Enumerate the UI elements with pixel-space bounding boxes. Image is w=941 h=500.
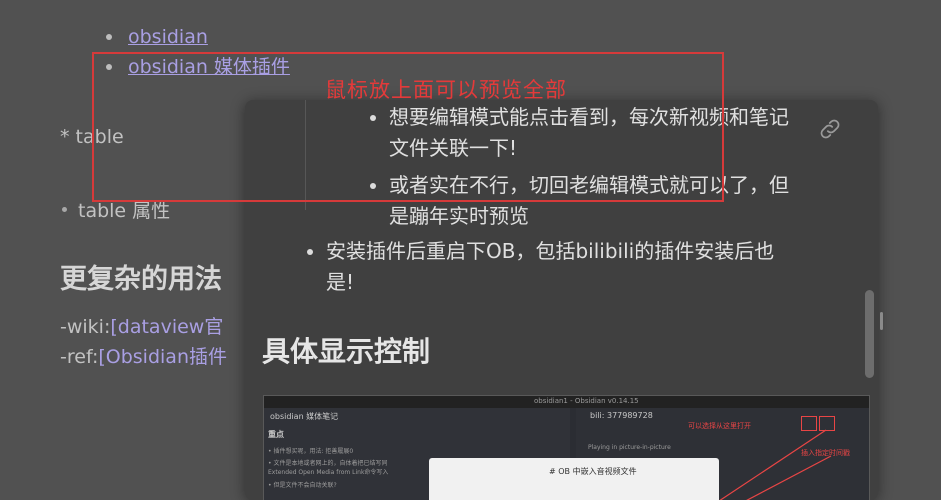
embedded-card: # OB 中嵌入音视频文件	[429, 458, 719, 500]
dataview-wiki-link[interactable]: [dataview官	[110, 316, 223, 338]
embedded-left-heading: 重点	[268, 430, 284, 439]
display-control-heading: 具体显示控制	[262, 335, 431, 368]
embedded-window-title: obsidian1 - Obsidian v0.14.15	[534, 397, 639, 405]
embedded-left-line: • 插件想买呢，用法: 拒善履展0	[268, 448, 354, 455]
embedded-status-text: Playing in picture-in-picture	[588, 444, 671, 451]
embedded-left-line: • 文件是本地或者网上的，自体着把已结写同	[268, 460, 388, 467]
ref-line: -ref:[Obsidian插件	[60, 342, 227, 369]
embedded-left-line: • 但是文件不会自动关联?	[268, 482, 337, 489]
annotation-note: 鼠标放上面可以预览全部	[325, 78, 567, 102]
embedded-right-tab: bili: 377989728	[590, 411, 653, 420]
popover-scrollbar[interactable]	[865, 290, 874, 378]
obsidian-link[interactable]: obsidian	[128, 26, 208, 48]
embedded-window-titlebar: obsidian1 - Obsidian v0.14.15	[264, 396, 869, 408]
embedded-arrow-lines	[719, 429, 832, 500]
embedded-card-title: # OB 中嵌入音视频文件	[549, 467, 637, 476]
link-icon[interactable]	[817, 116, 843, 146]
embedded-screenshot-image: obsidian1 - Obsidian v0.14.15 obsidian 媒…	[263, 395, 870, 500]
list-item-text: 安装插件后重启下OB，包括bilibili的插件安装后也	[326, 239, 775, 263]
wiki-line: -wiki:[dataview官	[60, 312, 223, 339]
list-item-text: 是!	[326, 270, 355, 294]
list-item: obsidian	[104, 22, 290, 52]
bullet-dot	[62, 207, 67, 212]
ref-prefix: -ref:	[60, 346, 99, 368]
list-item-text: 是蹦年实时预览	[389, 204, 529, 228]
embedded-left-tab: obsidian 媒体笔记	[270, 412, 339, 421]
complex-usage-heading: 更复杂的用法	[60, 264, 222, 295]
list-item: 安装插件后重启下OB，包括bilibili的插件安装后也 是!	[307, 236, 775, 298]
window-edge-handle[interactable]	[880, 312, 883, 330]
obsidian-plugin-ref-link[interactable]: [Obsidian插件	[98, 346, 227, 368]
wiki-prefix: -wiki:	[60, 316, 111, 338]
embedded-left-line: Extended Open Media from Link命令写入	[268, 469, 389, 476]
bullet-dot	[307, 249, 313, 255]
